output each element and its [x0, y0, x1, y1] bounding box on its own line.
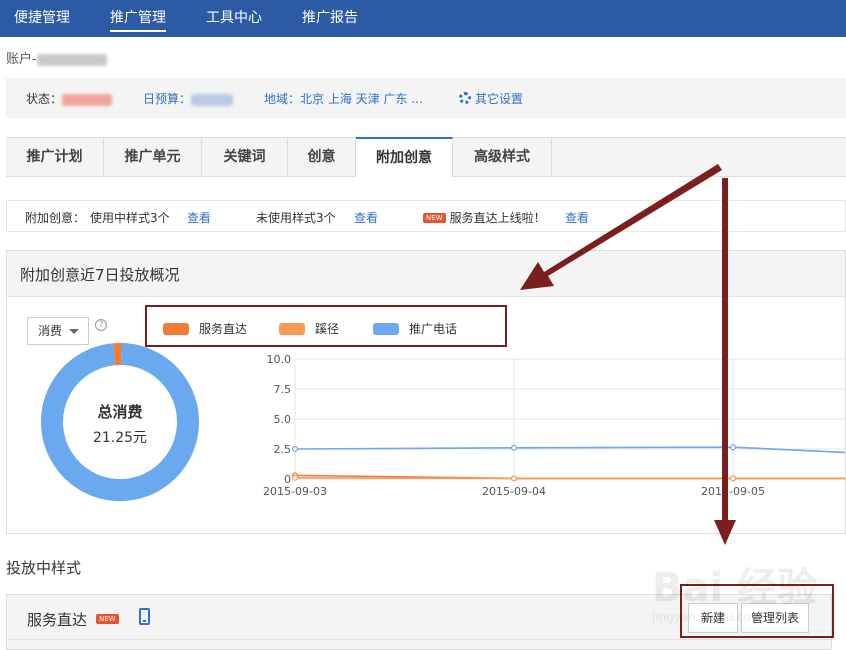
spend-donut-chart: [41, 343, 199, 501]
tab-advanced-style[interactable]: 高级样式: [453, 137, 552, 177]
legend-label-phone: 推广电话: [409, 322, 458, 336]
legend-label-service: 服务直达: [199, 322, 248, 336]
other-settings-link[interactable]: 其它设置: [459, 90, 523, 107]
mobile-icon: [139, 608, 150, 625]
tab-keyword[interactable]: 关键词: [202, 137, 288, 177]
series-point-2-1: [511, 444, 518, 451]
chart-legend: 服务直达 蹊径 推广电话: [145, 305, 507, 347]
nav-item-tools-center[interactable]: 工具中心: [206, 0, 262, 37]
series-point-2-2: [730, 444, 737, 451]
y-tick-label-2: 5.0: [274, 413, 292, 426]
overview-title: 附加创意近7日投放概况: [20, 266, 180, 284]
account-name-redacted: [36, 53, 107, 66]
x-tick-label-2: 2015-09-05: [701, 485, 765, 497]
view-unused-link[interactable]: 查看: [354, 209, 378, 226]
daily-budget-label: 日预算：: [143, 92, 192, 106]
tab-creative[interactable]: 创意: [288, 137, 356, 177]
account-status-bar: 状态： 日预算： 地域：北京 上海 天津 广东 ... 其它设置: [6, 78, 846, 118]
donut-slice-0: [41, 343, 199, 501]
gear-icon: [459, 92, 471, 104]
status-value-redacted: [62, 93, 113, 106]
legend-item-path[interactable]: 蹊径: [279, 320, 339, 337]
tab-campaign[interactable]: 推广计划: [6, 137, 104, 177]
series-point-1-0: [291, 474, 298, 481]
account-prefix: 账户-: [6, 52, 37, 67]
series-point-1-1: [511, 475, 518, 482]
donut-value: 21.25元: [92, 430, 148, 446]
y-tick-label-1: 2.5: [274, 443, 292, 456]
tab-adgroup[interactable]: 推广单元: [104, 137, 202, 177]
legend-label-path: 蹊径: [315, 322, 340, 336]
help-icon[interactable]: ?: [95, 319, 107, 331]
status-label: 状态：: [26, 92, 63, 106]
donut-title: 总消费: [97, 403, 143, 421]
metric-select[interactable]: 消费: [27, 317, 89, 345]
service-style-title: 服务直达: [27, 611, 88, 629]
tab-extra-creative[interactable]: 附加创意: [356, 137, 453, 178]
chevron-down-icon: [69, 329, 79, 334]
legend-swatch-phone: [373, 323, 399, 335]
legend-swatch-service: [163, 323, 189, 335]
view-in-use-link[interactable]: 查看: [187, 209, 211, 226]
in-use-count: 使用中样式3个: [90, 211, 170, 225]
divider: [7, 639, 831, 640]
level-tabs: 推广计划 推广单元 关键词 创意 附加创意 高级样式: [6, 137, 846, 178]
announce-text: 服务直达上线啦！: [449, 211, 546, 225]
view-announce-link[interactable]: 查看: [565, 209, 589, 226]
other-settings-label: 其它设置: [475, 92, 524, 106]
extra-creative-label: 附加创意：: [25, 211, 86, 225]
daily-budget-value-redacted: [191, 93, 234, 106]
overview-header: 附加创意近7日投放概况: [7, 251, 845, 297]
series-point-1-2: [730, 475, 737, 482]
account-label: 账户-: [6, 48, 107, 67]
legend-swatch-path: [279, 323, 305, 335]
region-field[interactable]: 地域：北京 上海 天津 广东 ...: [264, 90, 423, 107]
legend-item-phone[interactable]: 推广电话: [373, 320, 457, 337]
new-badge: NEW: [96, 614, 119, 624]
nav-item-quick-manage[interactable]: 便捷管理: [14, 0, 70, 37]
series-point-2-0: [291, 445, 298, 452]
watermark-url: jingyan.baidu.com: [652, 610, 763, 624]
series-line-2: [294, 446, 845, 454]
x-tick-label-0: 2015-09-03: [263, 485, 327, 497]
section-title: 投放中样式: [6, 559, 82, 577]
y-tick-label-3: 7.5: [274, 383, 292, 396]
series-line-1: [294, 477, 845, 480]
y-tick-label-4: 10.0: [267, 353, 292, 366]
nav-item-promotion-manage[interactable]: 推广管理: [110, 0, 166, 37]
metric-select-value: 消费: [38, 324, 63, 338]
unused-count: 未使用样式3个: [256, 211, 336, 225]
top-nav: 便捷管理 推广管理 工具中心 推广报告: [0, 0, 846, 37]
daily-budget-field[interactable]: 日预算：: [143, 90, 234, 107]
extra-creative-summary: 附加创意： 使用中样式3个 查看 未使用样式3个 查看 NEW 服务直达上线啦！ …: [6, 200, 846, 232]
x-tick-label-1: 2015-09-04: [482, 485, 546, 497]
trend-line-chart: 02.55.07.510.02015-09-03 2015-09-04 2015-0…: [263, 353, 845, 497]
watermark-logo: Bai 经验: [652, 565, 818, 611]
new-badge: NEW: [423, 213, 446, 223]
service-announce: NEW 服务直达上线啦！: [423, 209, 546, 226]
overview-panel: 附加创意近7日投放概况 消费 ? 服务直达 蹊径 推广电话 总消费 21.25元…: [6, 250, 846, 534]
status-field: 状态：: [26, 90, 113, 107]
legend-item-service[interactable]: 服务直达: [163, 320, 247, 337]
nav-item-promotion-report[interactable]: 推广报告: [302, 0, 358, 37]
